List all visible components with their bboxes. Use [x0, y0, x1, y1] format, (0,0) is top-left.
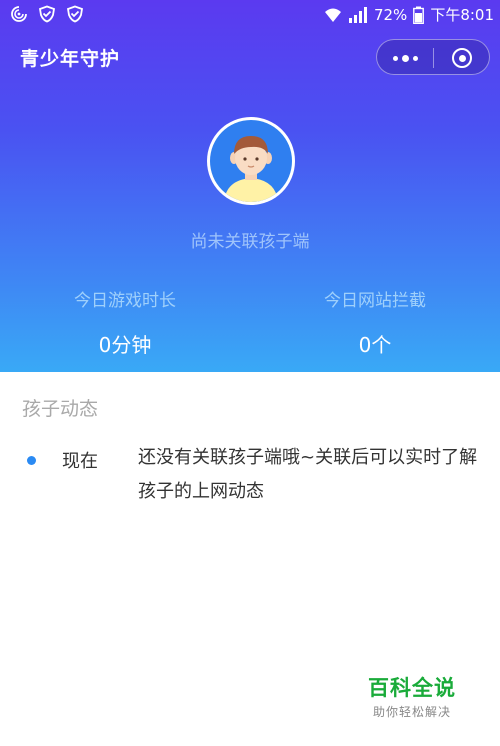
link-status-text: 尚未关联孩子端: [190, 232, 310, 252]
avatar[interactable]: [207, 117, 295, 205]
title-bar: 青少年守护: [0, 30, 500, 86]
stat-site-blocks: 今日网站拦截 0个: [250, 286, 500, 358]
clock: 下午8:01: [430, 6, 494, 24]
shield-check-icon: [38, 5, 56, 23]
watermark-title: 百科全说: [368, 676, 456, 700]
stat-label: 今日游戏时长: [74, 291, 176, 311]
more-menu-button[interactable]: [377, 40, 433, 76]
swirl-app-icon: [10, 5, 28, 23]
battery-icon: [413, 6, 425, 24]
target-close-icon: [452, 48, 472, 68]
signal-icon: [348, 6, 368, 24]
stat-value: 0个: [358, 333, 392, 357]
more-dot-icon: [392, 55, 398, 61]
stat-value: 0分钟: [98, 333, 152, 357]
activity-text: 还没有关联孩子端哦~关联后可以实时了解孩子的上网动态: [138, 447, 478, 502]
child-avatar-icon: [210, 120, 292, 202]
more-dot-icon: [412, 55, 418, 61]
shield-check-icon: [66, 5, 84, 23]
miniprogram-capsule: [376, 39, 490, 75]
page-title: 青少年守护: [20, 48, 121, 70]
close-miniprogram-button[interactable]: [434, 40, 490, 76]
watermark-logo: 百科全说 助你轻松解决: [352, 672, 472, 720]
watermark-subtitle: 助你轻松解决: [372, 705, 451, 719]
section-title: 孩子动态: [22, 398, 99, 420]
battery-percent: 72%: [373, 5, 408, 24]
stat-game-time: 今日游戏时长 0分钟: [0, 286, 250, 358]
wifi-icon: [324, 6, 342, 24]
stat-label: 今日网站拦截: [324, 291, 426, 311]
more-dot-icon: [401, 54, 409, 62]
timeline-dot-icon: [27, 456, 36, 465]
activity-time: 现在: [62, 451, 98, 472]
status-bar: 72% 下午8:01: [0, 0, 500, 30]
